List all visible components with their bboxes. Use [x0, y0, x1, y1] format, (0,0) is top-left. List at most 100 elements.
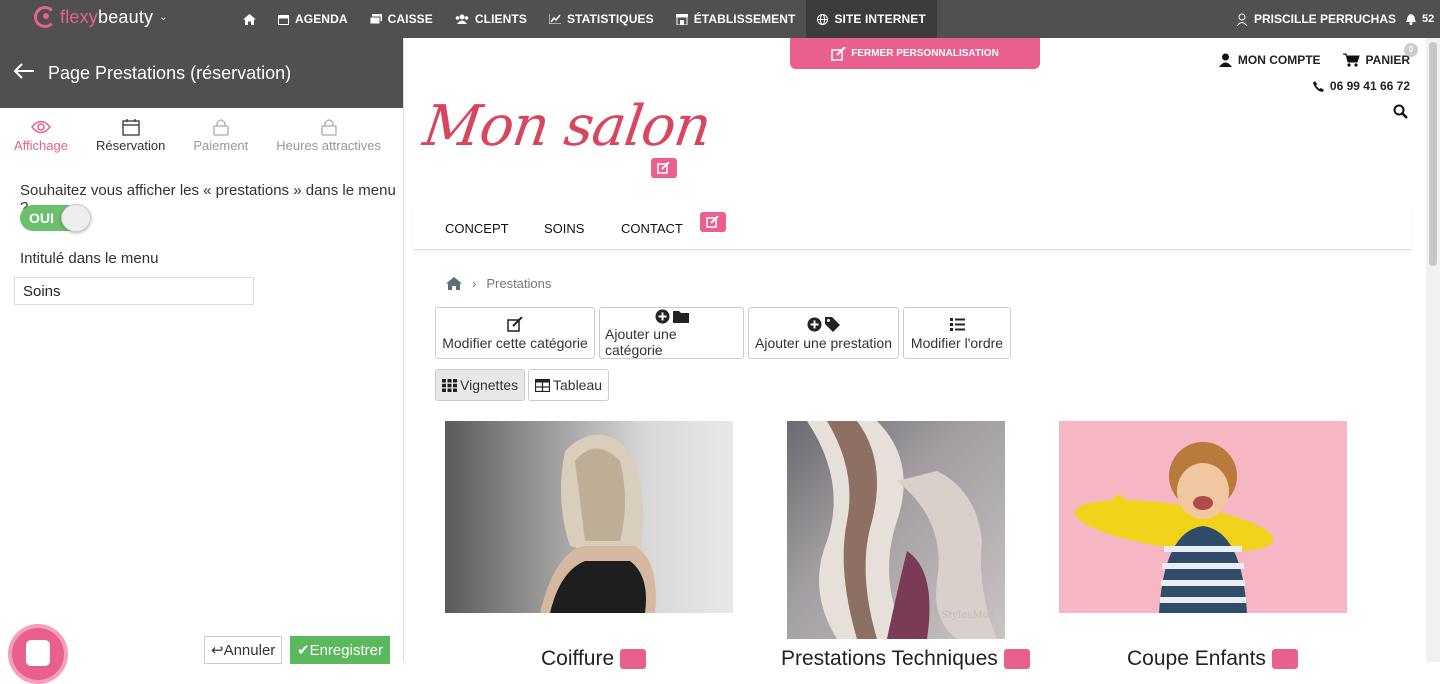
- my-account-link[interactable]: MON COMPTE: [1218, 53, 1321, 67]
- child-skateboard-photo: [1074, 442, 1274, 613]
- edit-card-coiffure-button[interactable]: [620, 649, 647, 669]
- user-menu[interactable]: PRISCILLE PERRUCHAS: [1236, 0, 1396, 38]
- chevron-down-icon: ⌄: [159, 11, 168, 23]
- nav-etablissement-label: ÉTABLISSEMENT: [693, 12, 796, 26]
- salon-logo: Mon salon: [419, 94, 715, 159]
- cancel-label: Annuler: [223, 642, 276, 659]
- edit-menu-button[interactable]: [700, 212, 726, 232]
- card-image-coupe-enfants[interactable]: [1059, 421, 1347, 613]
- photo-watermark: StylesMod: [941, 610, 995, 621]
- panel-title: Page Prestations (réservation): [48, 62, 292, 83]
- edit-category-label: Modifier cette catégorie: [442, 335, 588, 351]
- reorder-button[interactable]: Modifier l'ordre: [903, 307, 1011, 359]
- edit-category-button[interactable]: Modifier cette catégorie: [435, 307, 595, 359]
- reorder-label: Modifier l'ordre: [910, 335, 1004, 351]
- plus-circle-icon: [807, 317, 822, 331]
- tab-paiement[interactable]: Paiement: [193, 116, 248, 166]
- nav-site-internet[interactable]: SITE INTERNET: [806, 0, 937, 38]
- add-category-label: Ajouter une catégorie: [605, 326, 677, 358]
- nav-site-internet-label: SITE INTERNET: [834, 12, 926, 26]
- site-menu-contact[interactable]: CONTACT: [621, 221, 683, 236]
- cash-icon: [369, 13, 382, 24]
- view-table-label: Tableau: [553, 377, 603, 393]
- main-nav: AGENDA CAISSE CLIENTS STATISTIQUES ÉTABL…: [232, 0, 937, 38]
- user-icon: [1236, 13, 1248, 26]
- tab-affichage[interactable]: Affichage: [14, 116, 68, 166]
- tab-heures-attractives[interactable]: Heures attractives: [276, 116, 381, 166]
- undo-icon: ↩: [211, 642, 224, 659]
- save-button[interactable]: ✔Enregistrer: [290, 636, 390, 664]
- bell-icon: [1406, 13, 1416, 25]
- card-title-coupe-enfants-text: Coupe Enfants: [1127, 647, 1266, 670]
- view-thumbnails-button[interactable]: Vignettes: [435, 369, 526, 401]
- globe-icon: [817, 13, 829, 25]
- nav-clients[interactable]: CLIENTS: [444, 0, 538, 38]
- tab-affichage-label: Affichage: [14, 138, 68, 153]
- users-icon: [455, 14, 469, 24]
- nav-caisse[interactable]: CAISSE: [359, 0, 444, 38]
- site-menu-soins[interactable]: SOINS: [544, 221, 584, 236]
- home-icon: [243, 13, 256, 25]
- edit-card-prestations-techniques-button[interactable]: [1003, 649, 1030, 669]
- toggle-knob[interactable]: [61, 204, 91, 232]
- nav-etablissement[interactable]: ÉTABLISSEMENT: [665, 0, 807, 38]
- lock-icon: [320, 119, 337, 136]
- card-title-coiffure[interactable]: Coiffure: [541, 647, 647, 671]
- edit-icon: [507, 316, 523, 332]
- logo-text-beauty: beauty: [98, 6, 154, 27]
- tab-paiement-label: Paiement: [193, 138, 249, 153]
- notifications[interactable]: 52: [1406, 0, 1434, 38]
- menu-label-input[interactable]: [14, 277, 254, 305]
- close-customization-label: FERMER PERSONNALISATION: [851, 48, 999, 59]
- back-arrow-icon[interactable]: [0, 59, 48, 87]
- close-customization-button[interactable]: FERMER PERSONNALISATION: [790, 38, 1040, 69]
- user-icon: [1218, 53, 1232, 67]
- calendar-icon: [278, 14, 289, 25]
- add-category-button[interactable]: Ajouter une catégorie: [599, 307, 744, 359]
- card-image-prestations-techniques[interactable]: StylesMod: [787, 421, 1005, 639]
- tab-reservation[interactable]: Réservation: [96, 116, 165, 166]
- add-service-button[interactable]: Ajouter une prestation: [748, 307, 899, 359]
- chat-bubble-button[interactable]: [8, 624, 68, 684]
- edit-card-coupe-enfants-button[interactable]: [1271, 649, 1298, 669]
- panel-header: Page Prestations (réservation): [0, 38, 403, 108]
- show-in-menu-toggle[interactable]: OUI: [20, 204, 91, 232]
- phone-number[interactable]: 06 99 41 66 72: [1312, 79, 1410, 93]
- card-image-coiffure[interactable]: [445, 421, 733, 613]
- check-icon: ✔: [297, 642, 310, 659]
- preview-scrollbar[interactable]: [1426, 38, 1440, 662]
- card-title-coupe-enfants[interactable]: Coupe Enfants: [1127, 647, 1298, 671]
- toggle-label: OUI: [29, 210, 54, 226]
- folder-icon: [672, 310, 689, 323]
- edit-icon: [706, 216, 719, 228]
- flexybeauty-logo[interactable]: flexybeauty ⌄: [34, 6, 168, 28]
- top-bar: flexybeauty ⌄ AGENDA CAISSE CLIENTS STAT…: [0, 0, 1440, 38]
- chevron-right-icon: ›: [472, 276, 477, 291]
- table-icon: [535, 378, 550, 392]
- nav-agenda-label: AGENDA: [295, 12, 348, 26]
- calendar-icon: [122, 119, 140, 136]
- cancel-button[interactable]: ↩Annuler: [204, 636, 283, 664]
- home-icon[interactable]: [446, 277, 462, 290]
- cart-label: PANIER: [1365, 53, 1410, 67]
- cart-count-badge: 0: [1404, 43, 1418, 57]
- save-label: Enregistrer: [309, 642, 383, 659]
- settings-panel: Page Prestations (réservation) Affichage…: [0, 38, 404, 684]
- view-table-button[interactable]: Tableau: [528, 369, 610, 401]
- edit-icon: [657, 162, 670, 174]
- add-service-label: Ajouter une prestation: [755, 335, 892, 351]
- breadcrumb: › Prestations: [446, 276, 551, 291]
- search-icon[interactable]: [1393, 104, 1408, 124]
- tab-heures-attractives-label: Heures attractives: [276, 138, 382, 153]
- cart-link[interactable]: PANIER 0: [1342, 43, 1418, 67]
- nav-agenda[interactable]: AGENDA: [267, 0, 359, 38]
- nav-statistiques[interactable]: STATISTIQUES: [538, 0, 665, 38]
- account-bar: MON COMPTE PANIER 0: [1218, 43, 1418, 67]
- chart-icon: [548, 14, 561, 24]
- edit-logo-button[interactable]: [651, 158, 677, 178]
- card-title-prestations-techniques[interactable]: Prestations Techniques: [781, 647, 1030, 671]
- card-title-prestations-techniques-text: Prestations Techniques: [781, 647, 998, 670]
- site-menu-concept[interactable]: CONCEPT: [445, 221, 509, 236]
- scrollbar-thumb[interactable]: [1429, 42, 1437, 266]
- nav-home[interactable]: [232, 0, 267, 38]
